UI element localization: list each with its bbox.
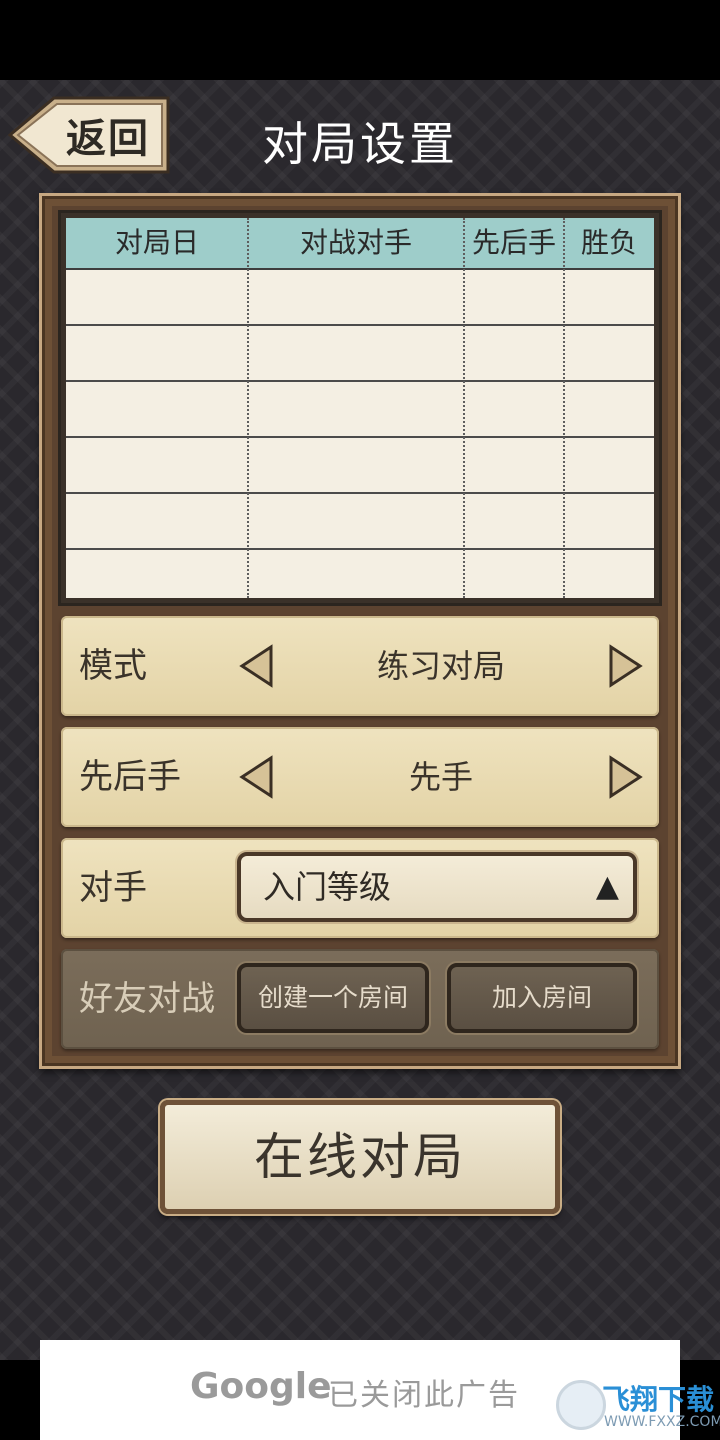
turn-order-setting-row: 先后手 先手 — [61, 727, 659, 827]
turn-order-next-arrow-icon[interactable] — [609, 755, 643, 799]
column-header-result: 胜负 — [580, 226, 637, 259]
mode-label: 模式 — [79, 646, 147, 686]
row-divider — [66, 492, 654, 494]
table-row — [66, 438, 654, 492]
friend-match-row: 好友对战 创建一个房间 加入房间 — [61, 949, 659, 1049]
mode-value: 练习对局 — [376, 647, 505, 685]
turn-order-prev-arrow-icon[interactable] — [239, 755, 273, 799]
opponent-label: 对手 — [79, 868, 147, 908]
column-divider — [463, 218, 465, 598]
turn-order-label: 先后手 — [79, 757, 181, 797]
row-divider — [66, 380, 654, 382]
mode-prev-arrow-icon[interactable] — [239, 644, 273, 688]
mode-setting-row: 模式 练习对局 — [61, 616, 659, 716]
mode-next-arrow-icon[interactable] — [609, 644, 643, 688]
opponent-level-value: 入门等级 — [263, 868, 392, 906]
table-row — [66, 326, 654, 380]
row-divider — [66, 324, 654, 326]
status-bar — [0, 0, 720, 80]
table-header: 对局日 对战对手 先后手 胜负 — [66, 218, 654, 270]
opponent-level-select[interactable]: 入门等级 ▲ — [237, 852, 637, 922]
watermark-logo-icon — [556, 1380, 606, 1430]
table-row — [66, 550, 654, 598]
match-history-table: 对局日 对战对手 先后手 胜负 — [66, 218, 654, 598]
caret-up-icon: ▲ — [595, 869, 619, 904]
table-row — [66, 270, 654, 324]
row-divider — [66, 548, 654, 550]
match-history-frame: 对局日 对战对手 先后手 胜负 — [58, 210, 662, 606]
column-divider — [247, 218, 249, 598]
column-divider — [563, 218, 565, 598]
watermark-name: 飞翔下载 — [602, 1383, 715, 1416]
table-row — [66, 382, 654, 436]
turn-order-value: 先手 — [408, 758, 473, 796]
join-room-button[interactable]: 加入房间 — [447, 963, 637, 1033]
create-room-button[interactable]: 创建一个房间 — [237, 963, 429, 1033]
friend-match-label: 好友对战 — [79, 979, 215, 1019]
page-title: 对局设置 — [262, 117, 458, 171]
column-header-opponent: 对战对手 — [299, 226, 412, 259]
ad-closed-message: 已关闭此广告 — [328, 1378, 520, 1413]
table-row — [66, 494, 654, 548]
watermark-url: WWW.FXXZ.COM — [604, 1414, 720, 1430]
row-divider — [66, 436, 654, 438]
opponent-setting-row: 对手 入门等级 ▲ — [61, 838, 659, 938]
google-logo-text: Google — [190, 1366, 332, 1407]
column-header-turn: 先后手 — [471, 226, 556, 259]
column-header-date: 对局日 — [114, 226, 199, 259]
online-match-button[interactable]: 在线对局 — [160, 1100, 560, 1214]
